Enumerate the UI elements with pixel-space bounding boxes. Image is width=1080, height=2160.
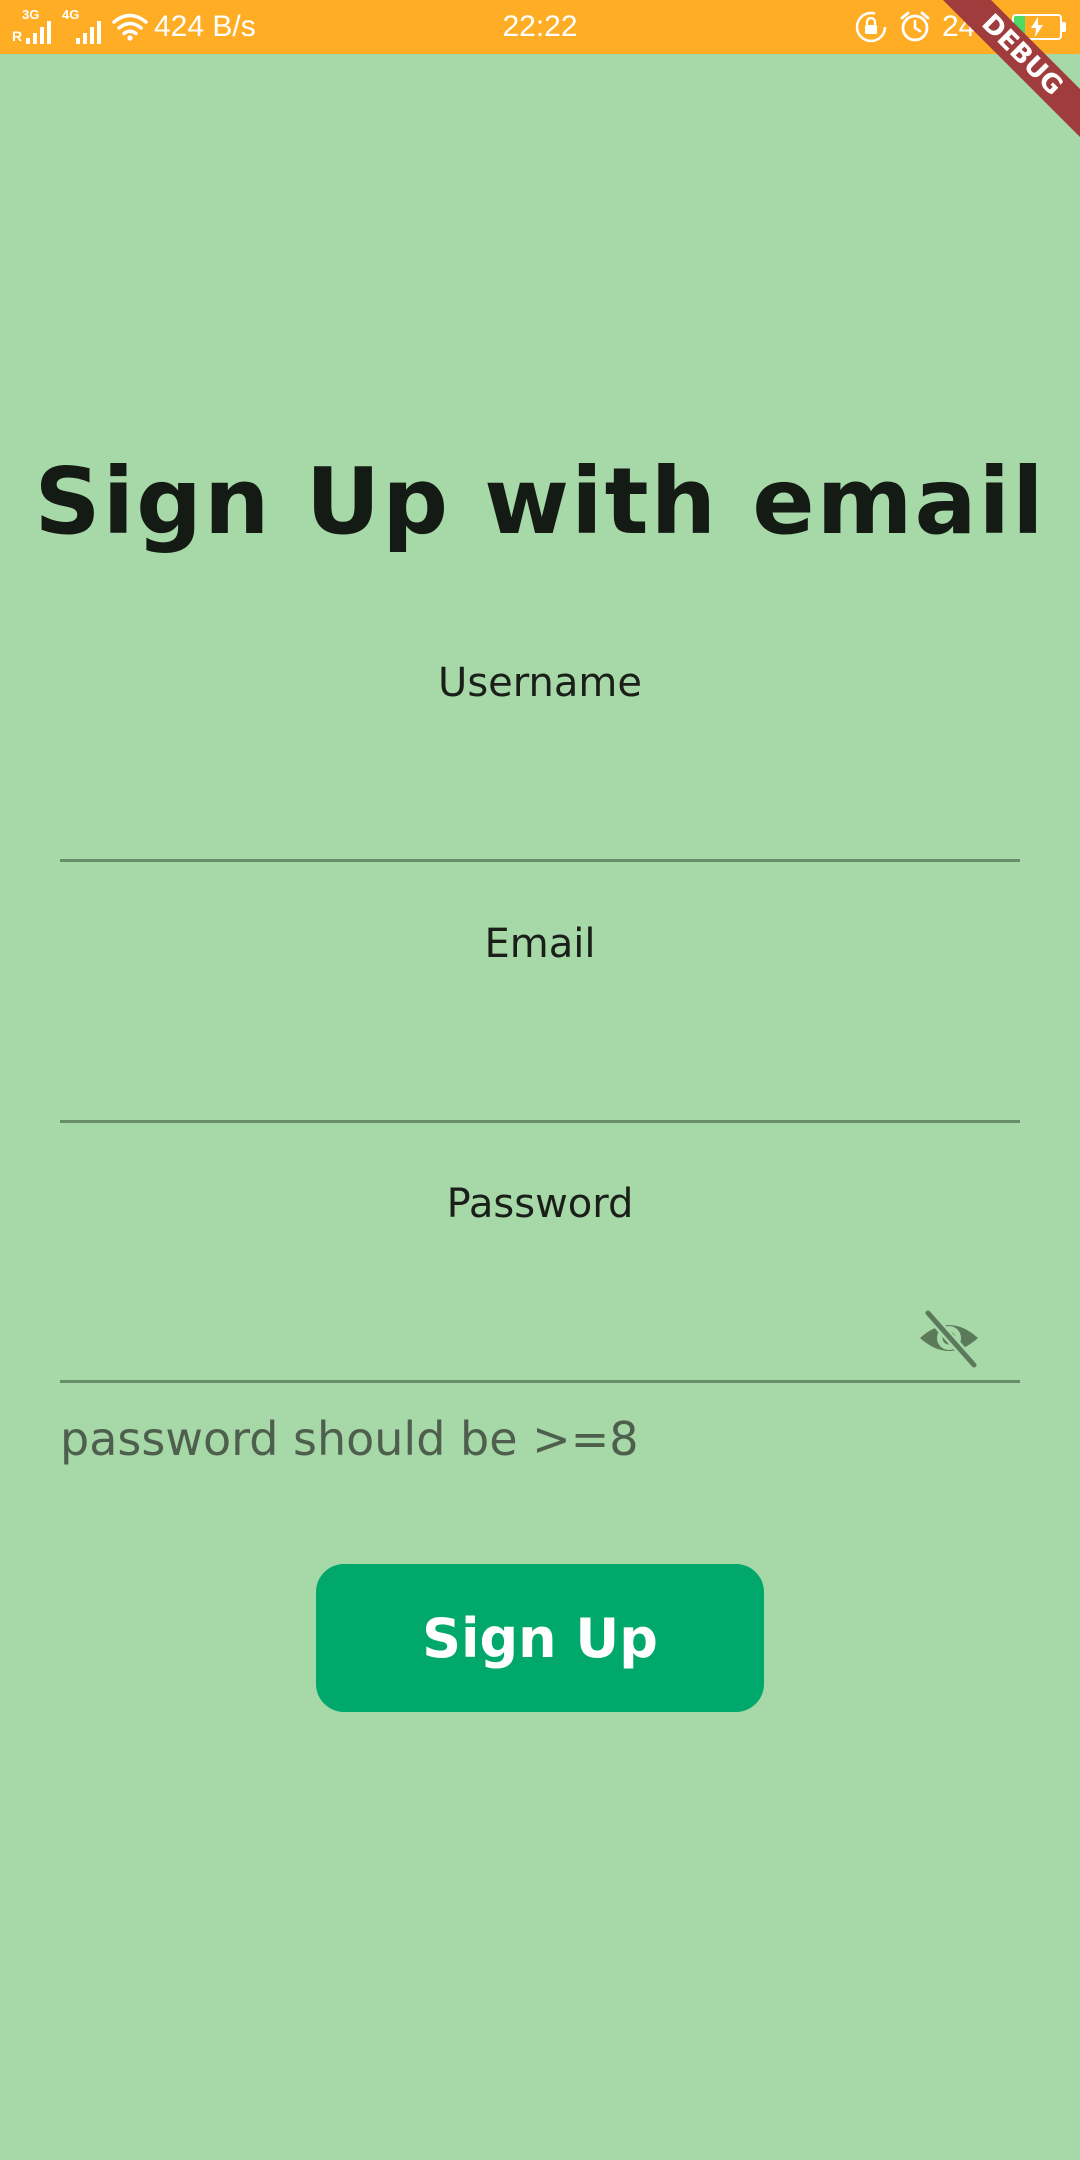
signal-icon [76,21,101,44]
network-speed: 424 B/s [154,10,256,43]
status-bar-left: R 3G 4G 424 B/s [12,0,256,54]
email-underline [60,1120,1020,1123]
status-bar-right: 24% [854,0,1066,54]
username-underline [60,859,1020,862]
email-field: Email [60,921,1020,1123]
rotation-lock-icon [854,10,888,44]
password-helper-text: password should be >=8 [60,1412,639,1466]
charging-bolt-icon [1014,16,1060,38]
username-field: Username [60,660,1020,862]
password-visibility-toggle[interactable] [914,1303,984,1373]
battery-icon [1012,14,1066,40]
username-label: Username [438,660,642,706]
sim1-signal: R 3G [12,7,56,44]
password-label: Password [446,1181,634,1227]
status-bar: R 3G 4G 424 B/s 22:22 24% [0,0,1080,54]
password-field: Password [60,1181,1020,1383]
email-input[interactable] [60,1001,1020,1091]
sign-up-button[interactable]: Sign Up [316,1564,764,1712]
email-label: Email [484,921,596,967]
sim2-signal: 4G [62,7,106,44]
alarm-icon [898,10,932,44]
page-title: Sign Up with email [34,448,1046,555]
roaming-indicator: R [12,28,23,44]
signal-icon [26,21,51,44]
clock: 22:22 [502,10,578,43]
username-input[interactable] [60,740,1020,830]
visibility-off-icon [920,1308,979,1368]
wifi-icon [112,13,148,41]
password-input[interactable] [60,1261,1020,1351]
battery-nub [1062,22,1066,32]
password-underline [60,1380,1020,1383]
battery-percent: 24% [941,10,1002,43]
